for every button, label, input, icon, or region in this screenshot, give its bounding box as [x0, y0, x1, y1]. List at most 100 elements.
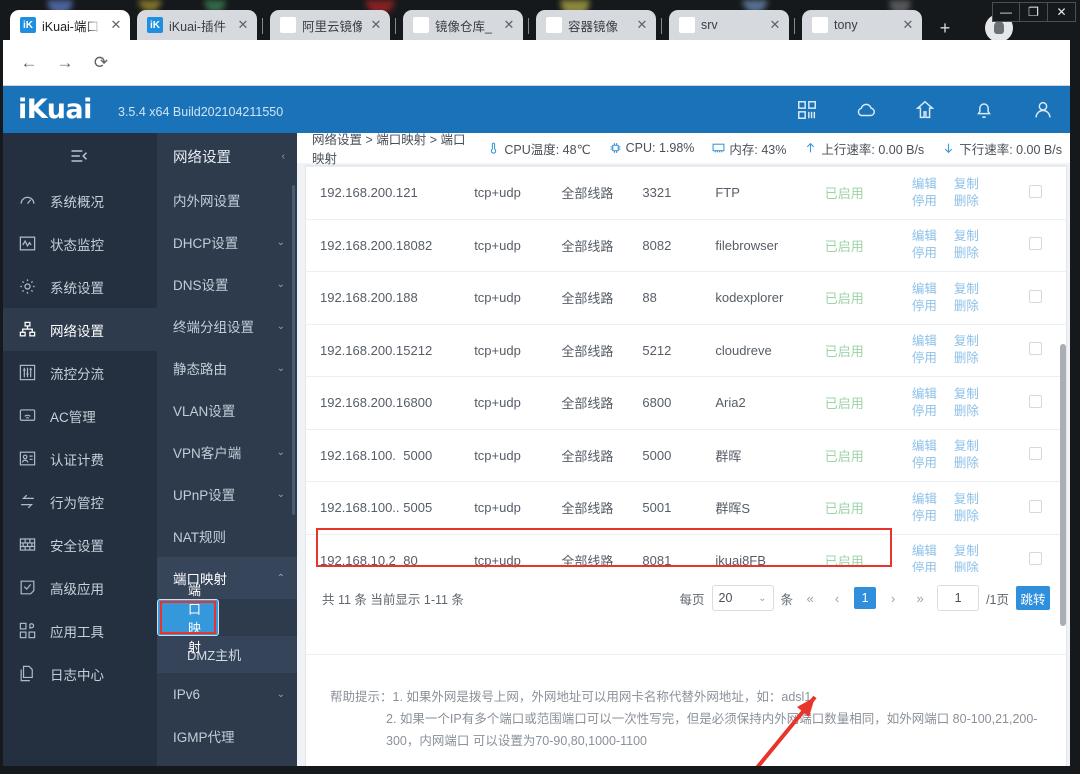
close-icon[interactable]: ✕: [235, 17, 251, 33]
sidebar-collapse-button[interactable]: [0, 133, 157, 179]
disable-link[interactable]: 停用: [912, 509, 946, 524]
sidebar-item-system-settings[interactable]: 系统设置: [0, 265, 157, 308]
sidebar-item-ac-management[interactable]: AC管理: [0, 394, 157, 437]
row-checkbox[interactable]: [1029, 447, 1043, 461]
close-icon[interactable]: ✕: [108, 17, 124, 33]
apps-grid-icon[interactable]: [796, 99, 818, 121]
edit-link[interactable]: 编辑: [912, 492, 946, 507]
copy-link[interactable]: 复制: [954, 439, 988, 454]
sidebar-item-advanced-apps[interactable]: 高级应用: [0, 566, 157, 609]
per-page-select[interactable]: 20 ⌄: [711, 585, 774, 611]
browser-tab-6[interactable]: ▤ tony ✕: [802, 10, 922, 40]
disable-link[interactable]: 停用: [912, 299, 946, 314]
delete-link[interactable]: 删除: [954, 299, 988, 314]
sidebar-item-app-tools[interactable]: 应用工具: [0, 609, 157, 652]
page-scrollbar[interactable]: [1060, 344, 1066, 626]
submenu-item-wan-lan[interactable]: 内外网设置: [157, 179, 297, 221]
submenu-item-ipv6[interactable]: IPv6 ⌄: [157, 673, 297, 715]
sidebar-item-auth-billing[interactable]: 认证计费: [0, 437, 157, 480]
copy-link[interactable]: 复制: [954, 282, 988, 297]
delete-link[interactable]: 删除: [954, 561, 988, 572]
copy-link[interactable]: 复制: [954, 544, 988, 559]
first-page-button[interactable]: «: [800, 591, 820, 606]
submenu-item-igmp-proxy[interactable]: IGMP代理: [157, 715, 297, 757]
table-row[interactable]: 192.168.200.1 21 tcp+udp 全部线路 3321 FTP 已…: [306, 166, 1066, 220]
close-window-button[interactable]: ✕: [1048, 2, 1076, 22]
row-checkbox[interactable]: [1029, 237, 1043, 251]
bell-icon[interactable]: [973, 99, 995, 121]
last-page-button[interactable]: »: [910, 591, 930, 606]
edit-link[interactable]: 编辑: [912, 544, 946, 559]
browser-tab-2[interactable]: 熊 阿里云镜像 ✕: [270, 10, 390, 40]
browser-tab-4[interactable]: [-] 容器镜像 ✕: [536, 10, 656, 40]
copy-link[interactable]: 复制: [954, 492, 988, 507]
sidebar-item-system-overview[interactable]: 系统概况: [0, 179, 157, 222]
reload-icon[interactable]: ⟳: [88, 50, 114, 76]
disable-link[interactable]: 停用: [912, 456, 946, 471]
table-row[interactable]: 192.168.200.1 6800 tcp+udp 全部线路 6800 Ari…: [306, 376, 1066, 430]
table-row[interactable]: 192.168.100.. 5005 tcp+udp 全部线路 5001 群晖S…: [306, 481, 1066, 535]
table-row[interactable]: 192.168.100. 5000 tcp+udp 全部线路 5000 群晖 已…: [306, 429, 1066, 482]
table-row[interactable]: 192.168.10.2 80 tcp+udp 全部线路 8081 ikuai8…: [306, 534, 1066, 572]
browser-tab-5[interactable]: ▤ srv ✕: [669, 10, 789, 40]
edit-link[interactable]: 编辑: [912, 229, 946, 244]
sidebar-item-flow-control[interactable]: 流控分流: [0, 351, 157, 394]
edit-link[interactable]: 编辑: [912, 334, 946, 349]
submenu-item-dns[interactable]: DNS设置 ⌄: [157, 263, 297, 305]
submenu-item-dhcp[interactable]: DHCP设置 ⌄: [157, 221, 297, 263]
sidebar-item-security-settings[interactable]: 安全设置: [0, 523, 157, 566]
table-row[interactable]: 192.168.200.1 8082 tcp+udp 全部线路 8082 fil…: [306, 219, 1066, 272]
cloud-icon[interactable]: [855, 99, 877, 121]
close-icon[interactable]: ✕: [501, 17, 517, 33]
edit-link[interactable]: 编辑: [912, 387, 946, 402]
submenu-item-vpn-client[interactable]: VPN客户端 ⌄: [157, 431, 297, 473]
page-number-1[interactable]: 1: [854, 587, 877, 609]
row-checkbox[interactable]: [1029, 184, 1043, 198]
copy-link[interactable]: 复制: [954, 387, 988, 402]
secondary-sidebar-scrollbar[interactable]: [292, 185, 295, 515]
disable-link[interactable]: 停用: [912, 351, 946, 366]
submenu-item-terminal-group[interactable]: 终端分组设置 ⌄: [157, 305, 297, 347]
submenu-item-vlan[interactable]: VLAN设置: [157, 389, 297, 431]
edit-link[interactable]: 编辑: [912, 439, 946, 454]
new-tab-button[interactable]: +: [932, 16, 958, 40]
prev-page-button[interactable]: ‹: [827, 591, 847, 606]
go-button[interactable]: 跳转: [1016, 586, 1050, 610]
disable-link[interactable]: 停用: [912, 404, 946, 419]
submenu-item-static-route[interactable]: 静态路由 ⌄: [157, 347, 297, 389]
forward-icon[interactable]: →: [52, 50, 78, 76]
submenu-item-upnp[interactable]: UPnP设置 ⌄: [157, 473, 297, 515]
next-page-button[interactable]: ›: [883, 591, 903, 606]
close-icon[interactable]: ✕: [767, 17, 783, 33]
chevron-left-icon[interactable]: ‹: [282, 151, 285, 162]
disable-link[interactable]: 停用: [912, 246, 946, 261]
browser-tab-0[interactable]: iK iKuai-端口 ✕: [10, 10, 130, 40]
row-checkbox[interactable]: [1029, 289, 1043, 303]
disable-link[interactable]: 停用: [912, 561, 946, 572]
row-checkbox[interactable]: [1029, 342, 1043, 356]
sidebar-item-network-settings[interactable]: 网络设置: [0, 308, 157, 351]
edit-link[interactable]: 编辑: [912, 177, 946, 192]
page-jump-input[interactable]: 1: [937, 585, 980, 611]
delete-link[interactable]: 删除: [954, 509, 988, 524]
browser-tab-3[interactable]: [-] 镜像仓库_ ✕: [403, 10, 523, 40]
copy-link[interactable]: 复制: [954, 229, 988, 244]
submenu-item-nat-rules[interactable]: NAT规则: [157, 515, 297, 557]
minimize-button[interactable]: —: [992, 2, 1020, 22]
close-icon[interactable]: ✕: [368, 17, 384, 33]
delete-link[interactable]: 删除: [954, 246, 988, 261]
delete-link[interactable]: 删除: [954, 194, 988, 209]
maximize-button[interactable]: ❐: [1020, 2, 1048, 22]
row-checkbox[interactable]: [1029, 552, 1043, 566]
row-checkbox[interactable]: [1029, 499, 1043, 513]
edit-link[interactable]: 编辑: [912, 282, 946, 297]
submenu-item-port-mapping[interactable]: 端口映射: [157, 583, 219, 655]
delete-link[interactable]: 删除: [954, 351, 988, 366]
copy-link[interactable]: 复制: [954, 177, 988, 192]
copy-link[interactable]: 复制: [954, 334, 988, 349]
disable-link[interactable]: 停用: [912, 194, 946, 209]
back-icon[interactable]: ←: [16, 50, 42, 76]
close-icon[interactable]: ✕: [634, 17, 650, 33]
row-checkbox[interactable]: [1029, 394, 1043, 408]
submenu-group-port-mapping[interactable]: 端口映射 ⌃: [157, 557, 297, 599]
